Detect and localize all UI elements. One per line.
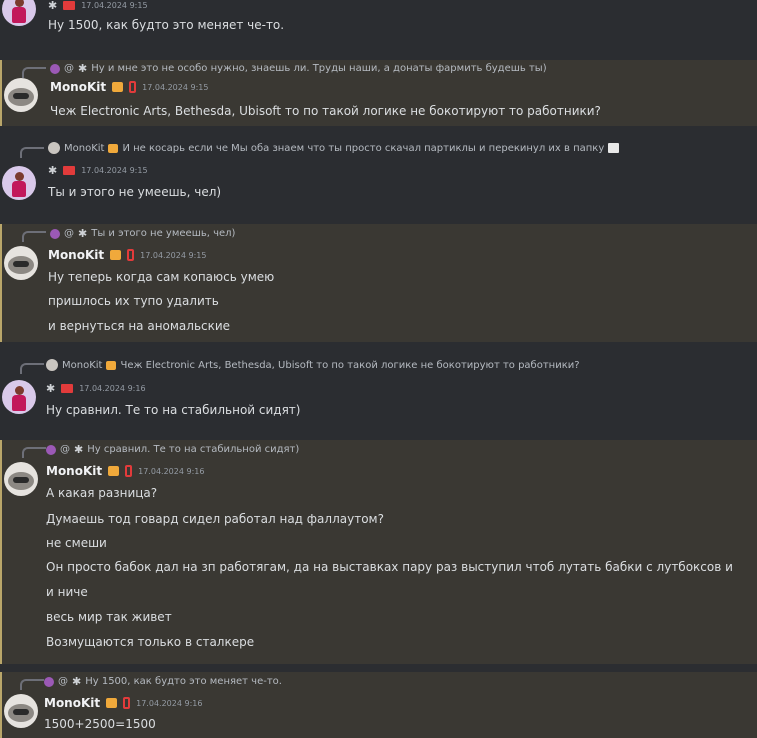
monitor-icon [63, 166, 76, 175]
reply-preview[interactable]: @ ✱ Ну сравнил. Те то на стабильной сидя… [46, 443, 299, 456]
message-header: ✱ 17.04.2024 9:15 [48, 164, 148, 177]
reply-text: Ну и мне это не особо нужно, знаешь ли. … [91, 63, 547, 74]
message-text: весь мир так живет [46, 610, 172, 624]
timestamp: 17.04.2024 9:15 [142, 82, 209, 92]
reply-connector [20, 679, 44, 690]
reply-connector [22, 231, 46, 242]
bot-avatar-icon [50, 228, 60, 239]
message: @ ✱ Ты и этого не умеешь, чел) MonoKit 1… [0, 224, 757, 342]
message-text: Ты и этого не умеешь, чел) [48, 185, 222, 199]
bot-avatar-icon [44, 676, 54, 687]
avatar[interactable] [4, 246, 38, 280]
message-text: и вернуться на аномальские [48, 319, 231, 333]
timestamp: 17.04.2024 9:15 [140, 250, 207, 260]
message-header: MonoKit 17.04.2024 9:16 [46, 464, 204, 478]
timestamp: 17.04.2024 9:15 [81, 1, 148, 10]
reply-text: И не косарь если че Мы оба знаем что ты … [122, 142, 605, 154]
reply-mention: @ [60, 444, 70, 455]
avatar[interactable] [2, 380, 36, 414]
reply-connector [20, 147, 44, 158]
timestamp: 17.04.2024 9:16 [138, 466, 205, 476]
message: @ ✱ Ну 1500, как будто это меняет че-то.… [0, 672, 757, 738]
reply-mention: @ [64, 228, 74, 239]
star-icon: ✱ [48, 0, 58, 12]
username[interactable]: MonoKit [50, 80, 106, 94]
reply-text: Ну сравнил. Те то на стабильной сидят) [87, 444, 300, 455]
username[interactable]: MonoKit [48, 248, 104, 262]
timestamp: 17.04.2024 9:15 [81, 166, 148, 175]
monitor-icon [61, 384, 74, 393]
username[interactable]: MonoKit [46, 464, 102, 478]
message-header: MonoKit 17.04.2024 9:15 [50, 80, 208, 94]
message-text: не смеши [46, 536, 107, 550]
avatar[interactable] [4, 462, 38, 496]
message-text: Ну сравнил. Те то на стабильной сидят) [46, 403, 301, 417]
message-text: и ниче [46, 585, 88, 599]
reply-connector [22, 67, 46, 78]
message-text: пришлось их тупо удалить [48, 294, 219, 308]
user-avatar-icon [48, 142, 60, 154]
timestamp: 17.04.2024 9:16 [79, 384, 146, 393]
star-icon: ✱ [46, 382, 56, 395]
message: MonoKit И не косарь если че Мы оба знаем… [0, 140, 757, 206]
message-text: Чеж Electronic Arts, Bethesda, Ubisoft т… [50, 104, 601, 118]
reply-author: MonoKit [64, 142, 105, 154]
cat-icon [110, 250, 122, 260]
reply-connector [22, 447, 46, 458]
message-header: MonoKit 17.04.2024 9:16 [44, 696, 202, 710]
message: @ ✱ Ну и мне это не особо нужно, знаешь … [0, 60, 757, 126]
phone-icon [127, 249, 135, 261]
message: @ ✱ Ну сравнил. Те то на стабильной сидя… [0, 440, 757, 664]
phone-icon [125, 465, 133, 477]
phone-icon [123, 697, 131, 709]
bot-avatar-icon [50, 63, 60, 74]
timestamp: 17.04.2024 9:16 [136, 698, 203, 708]
image-icon [608, 143, 620, 153]
reply-preview[interactable]: MonoKit Чеж Electronic Arts, Bethesda, U… [46, 359, 580, 371]
message: MonoKit Чеж Electronic Arts, Bethesda, U… [0, 356, 757, 426]
avatar[interactable] [4, 78, 38, 112]
message-header: ✱ 17.04.2024 9:15 [48, 0, 148, 12]
avatar[interactable] [2, 166, 36, 200]
reply-preview[interactable]: @ ✱ Ну 1500, как будто это меняет че-то. [44, 675, 282, 688]
cat-icon [108, 143, 119, 153]
reply-mention: @ [58, 676, 68, 687]
reply-mention: @ [64, 63, 74, 74]
avatar[interactable] [2, 0, 36, 26]
reply-text: Ну 1500, как будто это меняет че-то. [85, 676, 282, 687]
star-icon: ✱ [78, 227, 88, 240]
phone-icon [129, 81, 137, 93]
reply-author: MonoKit [62, 359, 103, 371]
message-text: Ну теперь когда сам копаюсь умею [48, 270, 275, 284]
reply-preview[interactable]: @ ✱ Ну и мне это не особо нужно, знаешь … [50, 62, 547, 75]
cat-icon [108, 466, 120, 476]
star-icon: ✱ [78, 62, 88, 75]
monitor-icon [63, 1, 76, 10]
cat-icon [112, 82, 124, 92]
cat-icon [106, 360, 117, 370]
message-text: 1500+2500=1500 [44, 717, 156, 731]
user-avatar-icon [46, 359, 58, 371]
message-text: Возмущаются только в сталкере [46, 635, 255, 649]
cat-icon [106, 698, 118, 708]
message: ✱ 17.04.2024 9:15 Ну 1500, как будто это… [0, 0, 757, 36]
message-header: MonoKit 17.04.2024 9:15 [48, 248, 206, 262]
reply-preview[interactable]: @ ✱ Ты и этого не умеешь, чел) [50, 227, 235, 240]
message-text: Думаешь тод говард сидел работал над фал… [46, 512, 384, 526]
message-text: А какая разница? [46, 486, 158, 500]
bot-avatar-icon [46, 444, 56, 455]
reply-connector [20, 363, 44, 374]
avatar[interactable] [4, 694, 38, 728]
reply-text: Ты и этого не умеешь, чел) [91, 228, 236, 239]
reply-text: Чеж Electronic Arts, Bethesda, Ubisoft т… [120, 359, 580, 371]
message-text: Ну 1500, как будто это меняет че-то. [48, 18, 285, 32]
message-text: Он просто бабок дал на зп работягам, да … [46, 560, 733, 574]
star-icon: ✱ [72, 675, 82, 688]
reply-preview[interactable]: MonoKit И не косарь если че Мы оба знаем… [48, 142, 620, 154]
message-header: ✱ 17.04.2024 9:16 [46, 382, 146, 395]
star-icon: ✱ [48, 164, 58, 177]
username[interactable]: MonoKit [44, 696, 100, 710]
star-icon: ✱ [74, 443, 84, 456]
